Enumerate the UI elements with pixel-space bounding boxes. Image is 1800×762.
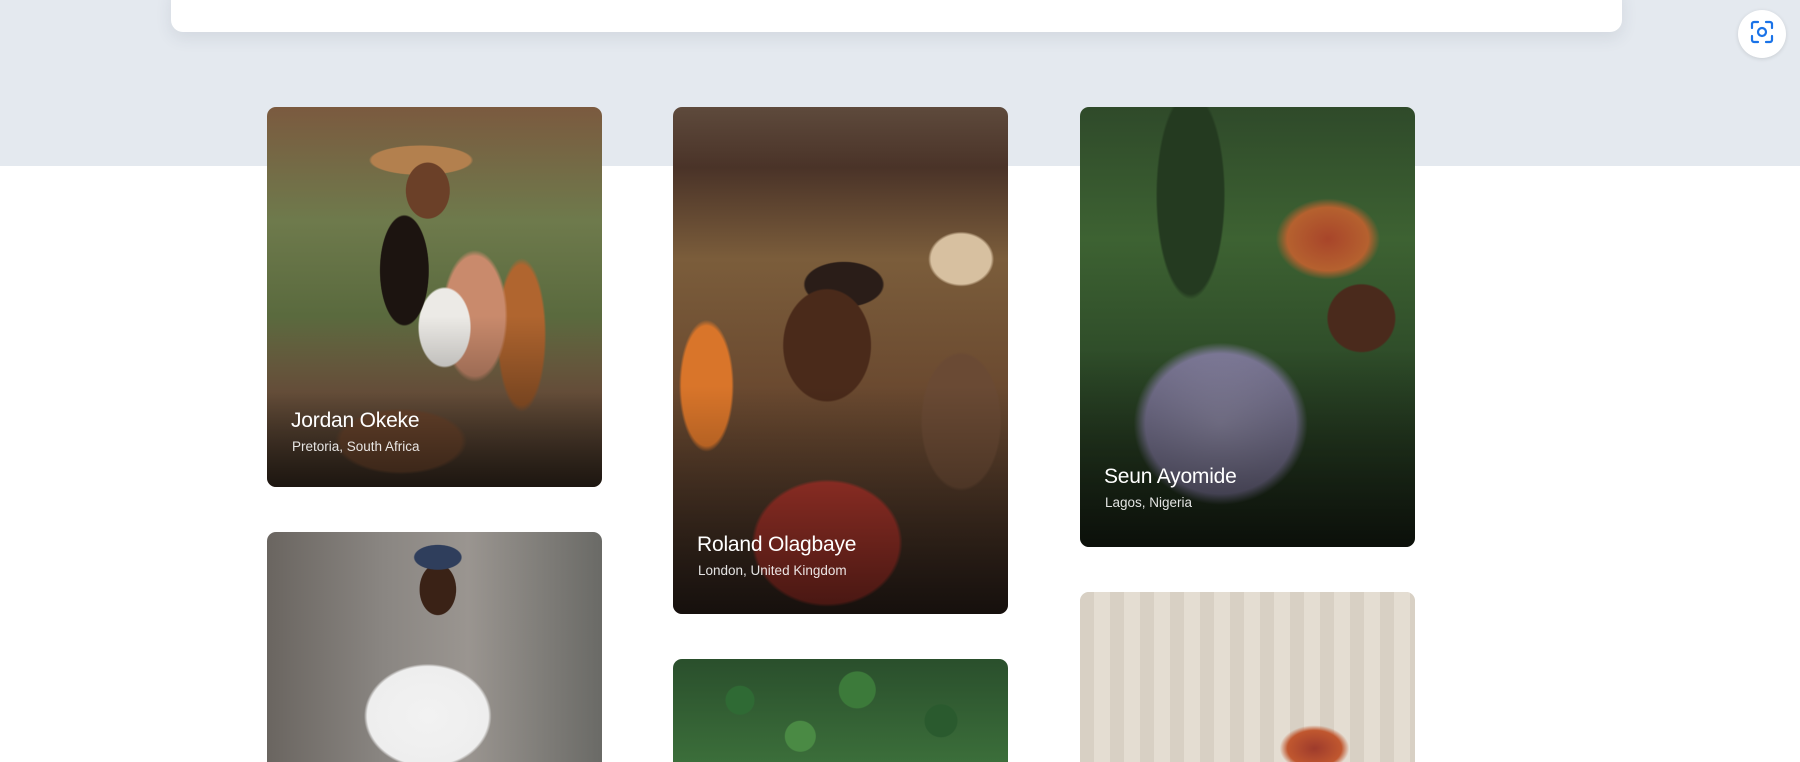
profile-photo [267,532,602,762]
search-panel [171,0,1622,32]
scan-button[interactable] [1738,10,1786,58]
profile-card-seun-ayomide[interactable]: Seun Ayomide Lagos, Nigeria [1080,107,1415,547]
scan-icon [1749,19,1775,50]
profile-card-roland-olagbaye[interactable]: Roland Olagbaye London, United Kingdom [673,107,1008,614]
profile-card[interactable] [673,659,1008,762]
profile-card-jordan-okeke[interactable]: Jordan Okeke Pretoria, South Africa [267,107,602,487]
profile-card[interactable] [1080,592,1415,762]
profile-name: Roland Olagbaye [697,533,857,556]
profile-location: Pretoria, South Africa [292,439,420,454]
profile-name: Seun Ayomide [1104,465,1237,488]
profile-location: Lagos, Nigeria [1105,495,1193,510]
profile-location: London, United Kingdom [698,563,847,578]
profile-name: Jordan Okeke [291,409,420,432]
profile-photo [1080,592,1415,762]
profile-photo [673,659,1008,762]
profile-card[interactable] [267,532,602,762]
